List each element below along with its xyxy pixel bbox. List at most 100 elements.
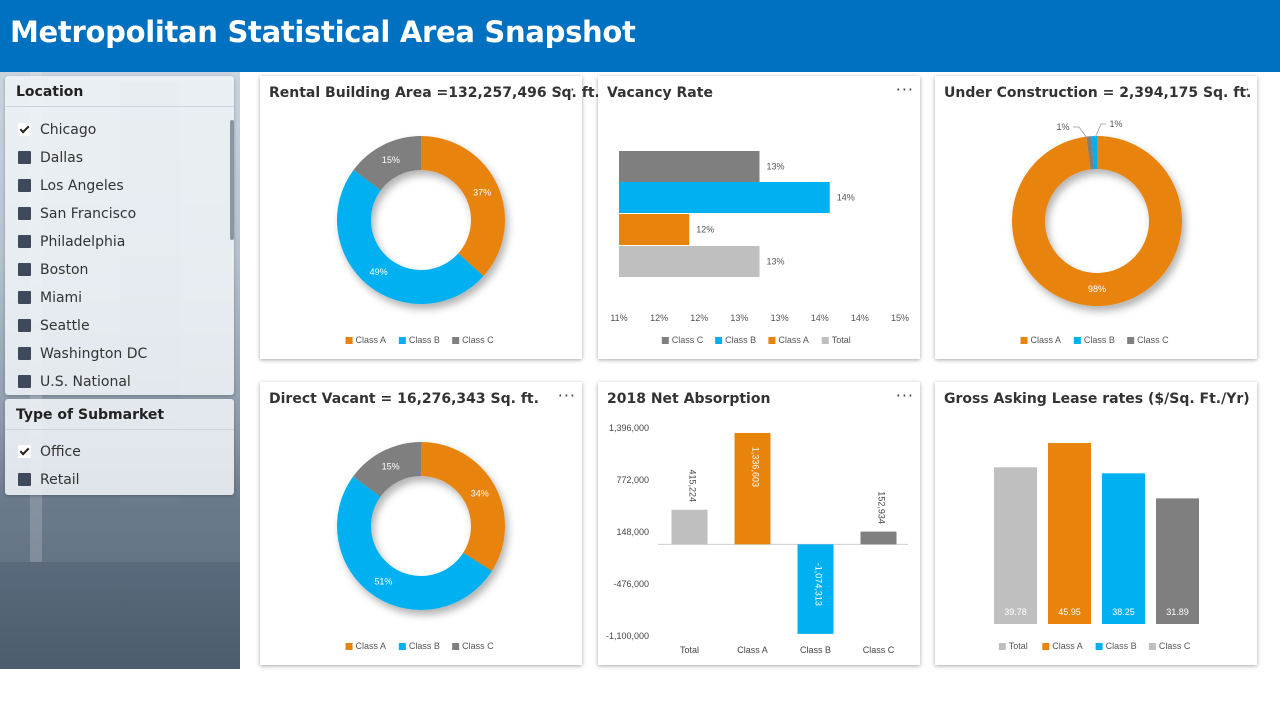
legend-swatch: [452, 337, 460, 344]
checkbox-icon[interactable]: [18, 473, 31, 486]
page-title: Metropolitan Statistical Area Snapshot: [10, 15, 636, 49]
legend-swatch: [1020, 337, 1028, 344]
construction-donut-chart: 98% 1% 1% Class A Class B Class C: [1012, 119, 1182, 345]
slicer-scrollbar[interactable]: [230, 120, 234, 240]
bar-label: 13%: [767, 162, 785, 172]
checkbox-icon[interactable]: [18, 319, 31, 332]
category-label: Total: [680, 645, 699, 655]
axis-tick-label: 14%: [811, 313, 829, 323]
leader-line: [1094, 123, 1106, 139]
donut-group: [337, 442, 505, 610]
slicer-item-label: Miami: [40, 290, 83, 306]
legend-label: Class C: [1137, 335, 1169, 345]
rental-building-area-card: Rental Building Area =132,257,496 Sq. ft…: [260, 76, 600, 359]
legend-swatch: [1095, 643, 1103, 650]
legend-swatch: [998, 643, 1006, 650]
checkbox-icon[interactable]: [18, 207, 31, 220]
bar: [860, 531, 897, 545]
checkbox-icon[interactable]: [18, 235, 31, 248]
legend-label: Total: [1009, 641, 1028, 651]
direct-vacant-donut-chart: 34% 51% 15% Class A Class B Class C: [337, 442, 505, 651]
axis-tick-label: -1,100,000: [606, 631, 649, 641]
slicer-item[interactable]: San Francisco: [5, 200, 234, 228]
legend-swatch: [1127, 337, 1135, 344]
donut-slice: [421, 442, 505, 572]
bar-label: 38.25: [1112, 607, 1135, 617]
checkbox-icon[interactable]: [18, 291, 31, 304]
legend-swatch: [1042, 643, 1050, 650]
category-label: Class C: [863, 645, 895, 655]
vacancy-bar-chart: 13% 14% 12% 13% 11% 12% 12% 13% 13% 14% 14% 15% Clas…: [610, 151, 909, 345]
legend-label: Class A: [778, 335, 809, 345]
slicer-item[interactable]: Washington DC: [5, 340, 234, 368]
legend-label: Class A: [356, 335, 387, 345]
legend-swatch: [1148, 643, 1156, 650]
slicer-item[interactable]: Chicago: [5, 116, 234, 144]
axis-tick-label: -476,000: [613, 579, 649, 589]
bar: [1102, 473, 1145, 624]
vacancy-rate-card: Vacancy Rate ··· 13% 14% 12% 13% 11% 12% 12% 13…: [598, 76, 920, 359]
legend-label: Class B: [1106, 641, 1137, 651]
axis-tick-label: 12%: [650, 313, 668, 323]
slicer-item[interactable]: Office: [5, 438, 234, 466]
slice-label: 15%: [382, 461, 400, 471]
slicer-item[interactable]: Los Angeles: [5, 172, 234, 200]
checkbox-icon[interactable]: [18, 263, 31, 276]
slicer-item[interactable]: Dallas: [5, 144, 234, 172]
checkbox-icon[interactable]: [18, 375, 31, 388]
slice-label: 1%: [1109, 119, 1122, 129]
legend-swatch: [768, 337, 776, 344]
slicer-item-label: Dallas: [40, 150, 84, 166]
bar-label: -1,074,313: [814, 563, 824, 606]
slice-label: 98%: [1088, 284, 1106, 294]
bar-label: 45.95: [1058, 607, 1081, 617]
bar-label: 415,224: [688, 469, 698, 502]
axis-tick-label: 772,000: [616, 475, 649, 485]
legend-label: Total: [832, 335, 851, 345]
bar-label: 1,336,603: [751, 447, 761, 487]
slicer-item-label: San Francisco: [40, 206, 137, 222]
slicer-item[interactable]: Seattle: [5, 312, 234, 340]
slice-label: 49%: [370, 267, 388, 277]
lease-rates-card: Gross Asking Lease rates ($/Sq. Ft./Yr) …: [935, 382, 1257, 665]
slicer-item-label: Seattle: [40, 318, 90, 334]
checkbox-icon[interactable]: [18, 179, 31, 192]
slicer-item[interactable]: U.S. National: [5, 368, 234, 396]
location-slicer-title: Location: [5, 76, 234, 107]
slice-label: 15%: [382, 155, 400, 165]
submarket-slicer-title: Type of Submarket: [5, 399, 234, 430]
bar: [1048, 443, 1091, 624]
legend-label: Class B: [725, 335, 756, 345]
slice-label: 37%: [473, 188, 491, 198]
legend-label: Class A: [1031, 335, 1062, 345]
bar-label: 152,934: [877, 491, 887, 524]
slicer-item[interactable]: Retail: [5, 466, 234, 494]
slicer-item[interactable]: Miami: [5, 284, 234, 312]
slicer-item-label: U.S. National: [40, 374, 131, 390]
axis-tick-label: 12%: [690, 313, 708, 323]
legend-label: Class B: [409, 641, 440, 651]
checkbox-checked-icon[interactable]: [18, 445, 31, 458]
slice-label: 34%: [471, 489, 489, 499]
legend-swatch: [345, 643, 353, 650]
checkbox-checked-icon[interactable]: [18, 123, 31, 136]
legend-label: Class A: [1052, 641, 1083, 651]
slicer-item[interactable]: Philadelphia: [5, 228, 234, 256]
checkbox-icon[interactable]: [18, 151, 31, 164]
under-construction-card: Under Construction = 2,394,175 Sq. ft. ·…: [935, 76, 1257, 359]
slice-label: 1%: [1056, 122, 1069, 132]
rental-donut-chart: 37% 49% 15% Class A Class B Class C: [337, 136, 505, 345]
bar: [671, 509, 708, 545]
donut-group: [1012, 136, 1182, 306]
slicer-item[interactable]: Boston: [5, 256, 234, 284]
legend-swatch: [398, 337, 406, 344]
axis-tick-label: 13%: [730, 313, 748, 323]
legend-label: Class B: [409, 335, 440, 345]
submarket-slicer: Type of Submarket Office Retail: [5, 399, 234, 495]
legend-label: Class C: [462, 335, 494, 345]
bar: [619, 214, 690, 245]
category-label: Class A: [737, 645, 768, 655]
legend-label: Class B: [1084, 335, 1115, 345]
checkbox-icon[interactable]: [18, 347, 31, 360]
legend-swatch: [345, 337, 353, 344]
